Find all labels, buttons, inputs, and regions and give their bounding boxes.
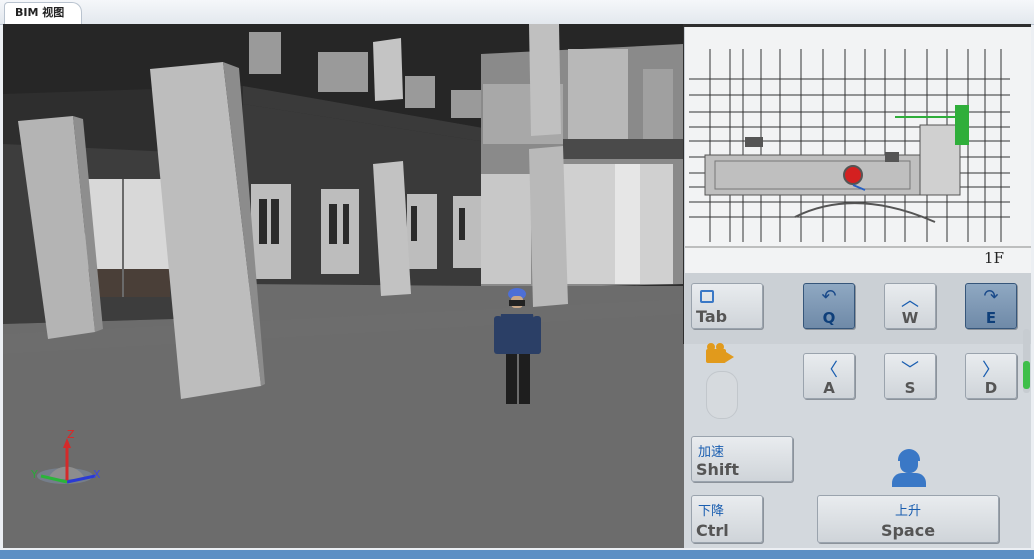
floor-level-label: 1F <box>984 249 1004 267</box>
rotate-right-icon: ↷ <box>983 286 999 307</box>
bim-3d-viewport[interactable]: Z X Y 1F Tab ↶ Q ︿ W ↷ E 〈 A ﹀ S 〉 D 加速 … <box>3 24 1031 548</box>
worker-person-icon[interactable] <box>892 449 926 487</box>
q-key-label: Q <box>822 309 836 327</box>
shift-key-accelerate[interactable]: 加速 Shift <box>691 436 793 482</box>
camera-icon[interactable] <box>706 343 734 363</box>
space-key-ascend[interactable]: 上升 Space <box>817 495 999 543</box>
chevron-right-icon: 〉 <box>982 360 1000 381</box>
navigation-control-panel: Tab ↶ Q ︿ W ↷ E 〈 A ﹀ S 〉 D 加速 Shift 下降 … <box>684 273 1031 548</box>
shift-key-label: Shift <box>696 460 740 479</box>
chevron-down-icon: ﹀ <box>901 360 919 381</box>
chevron-left-icon: 〈 <box>820 360 838 381</box>
accelerate-label: 加速 <box>698 445 725 460</box>
lock-icon <box>700 290 714 303</box>
e-key-label: E <box>985 309 997 327</box>
e-key-rotate-right[interactable]: ↷ E <box>965 283 1017 329</box>
descend-label: 下降 <box>698 504 725 519</box>
mouse-icon <box>706 371 738 419</box>
panel-scrollbar[interactable] <box>1023 329 1030 393</box>
space-key-label: Space <box>880 521 936 540</box>
axis-z-label: Z <box>67 428 75 441</box>
chevron-up-icon: ︿ <box>901 290 919 311</box>
tab-key[interactable]: Tab <box>691 283 763 329</box>
s-key-back[interactable]: ﹀ S <box>884 353 936 399</box>
q-key-rotate-left[interactable]: ↶ Q <box>803 283 855 329</box>
d-key-label: D <box>984 379 998 397</box>
tab-bim-view[interactable]: BIM 视图 <box>4 2 82 24</box>
w-key-label: W <box>901 309 919 327</box>
d-key-right[interactable]: 〉 D <box>965 353 1017 399</box>
status-bar <box>0 550 1034 559</box>
s-key-label: S <box>904 379 916 397</box>
ctrl-key-descend[interactable]: 下降 Ctrl <box>691 495 763 543</box>
minimap-floorplan <box>685 49 1031 248</box>
a-key-left[interactable]: 〈 A <box>803 353 855 399</box>
axis-x-label: X <box>93 468 101 481</box>
tab-bar: BIM 视图 <box>0 0 1034 25</box>
panel-scrollbar-thumb[interactable] <box>1023 361 1030 389</box>
tab-key-label: Tab <box>696 307 728 326</box>
rotate-left-icon: ↶ <box>821 286 837 307</box>
axis-y-label: Y <box>31 468 38 481</box>
ctrl-key-label: Ctrl <box>696 521 729 540</box>
ascend-label: 上升 <box>894 504 921 519</box>
floor-minimap[interactable]: 1F <box>684 27 1031 273</box>
w-key-forward[interactable]: ︿ W <box>884 283 936 329</box>
a-key-label: A <box>823 379 835 397</box>
